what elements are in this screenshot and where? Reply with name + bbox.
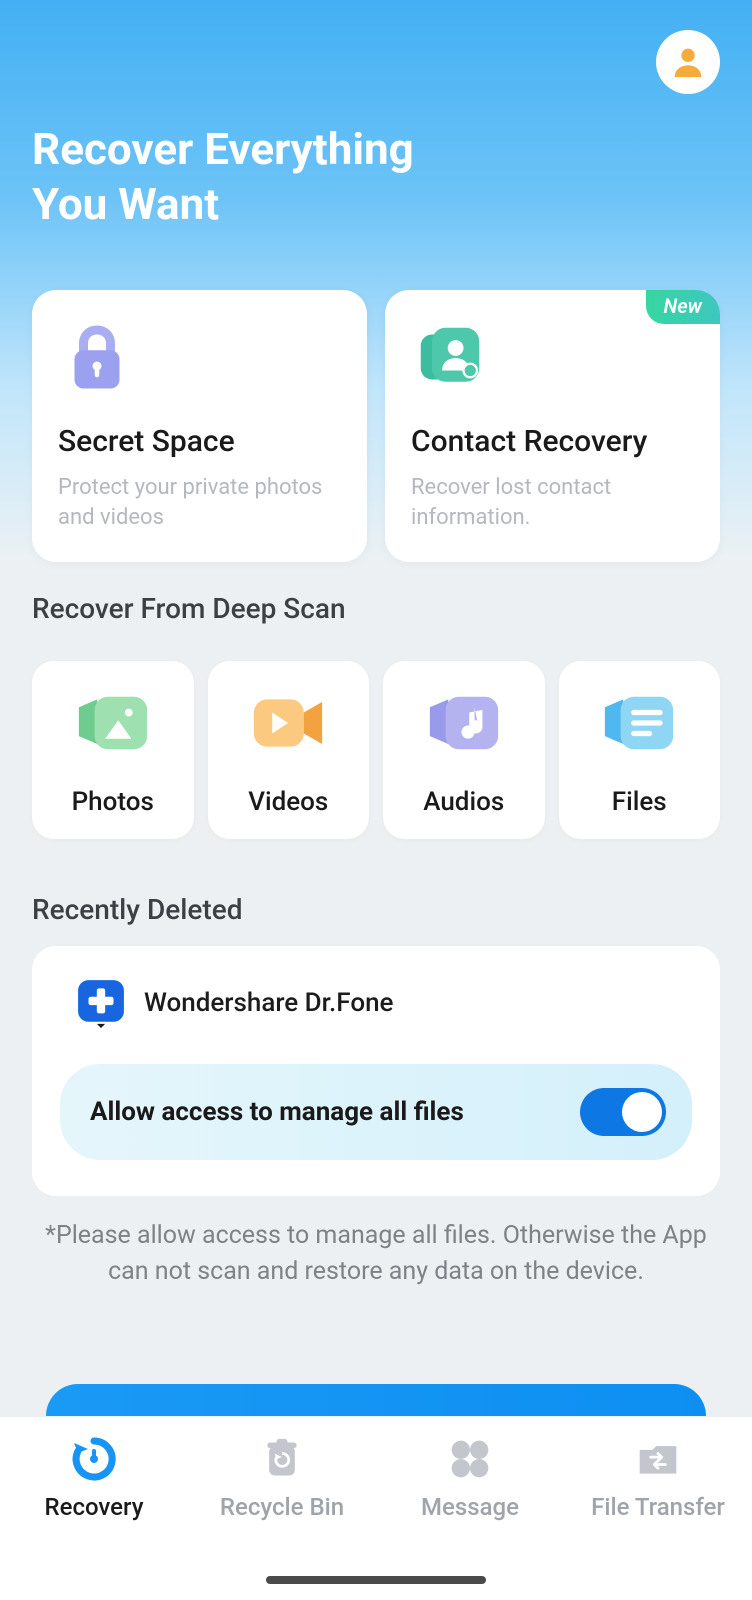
secret-space-card[interactable]: Secret Space Protect your private photos… [32,290,367,562]
home-indicator[interactable] [266,1576,486,1584]
recovery-icon [70,1435,118,1483]
contact-icon [411,318,489,396]
videos-icon [246,691,330,755]
feature-desc: Protect your private photos and videos [58,473,341,532]
photos-icon [71,691,155,755]
nav-file-transfer[interactable]: File Transfer [564,1429,752,1600]
scan-label: Audios [423,787,504,817]
nav-message[interactable]: Message [376,1429,564,1600]
scan-files[interactable]: Files [559,661,721,839]
deep-scan-heading: Recover From Deep Scan [0,592,752,625]
permission-label: Allow access to manage all files [90,1097,464,1127]
file-transfer-icon [634,1435,682,1483]
feature-title: Contact Recovery [411,424,694,459]
nav-recycle-bin[interactable]: Recycle Bin [188,1429,376,1600]
page-title: Recover EverythingYou Want [32,122,720,232]
lock-icon [58,318,136,396]
scan-label: Videos [248,787,328,817]
permission-note: *Please allow access to manage all files… [0,1196,752,1291]
nav-label: Recycle Bin [220,1493,344,1521]
files-icon [597,691,681,755]
user-icon [668,42,708,82]
new-badge: New [646,290,721,324]
recent-card: Wondershare Dr.Fone Allow access to mana… [32,946,720,1196]
app-name: Wondershare Dr.Fone [144,988,393,1018]
toggle-knob [622,1092,662,1132]
scan-photos[interactable]: Photos [32,661,194,839]
nav-recovery[interactable]: Recovery [0,1429,188,1600]
feature-desc: Recover lost contact information. [411,473,694,532]
recycle-bin-icon [258,1435,306,1483]
drfone-app-icon [76,978,126,1028]
profile-button[interactable] [656,30,720,94]
scan-label: Photos [72,787,154,817]
message-icon [446,1435,494,1483]
header: Recover EverythingYou Want Secret Space … [0,0,752,560]
recent-heading: Recently Deleted [0,893,752,926]
primary-cta-button[interactable] [46,1384,706,1416]
feature-title: Secret Space [58,424,341,459]
audios-icon [422,691,506,755]
deep-scan-grid: Photos Videos Audios [0,661,752,839]
scan-label: Files [612,787,667,817]
app-row: Wondershare Dr.Fone [60,978,692,1028]
feature-cards: Secret Space Protect your private photos… [32,290,720,562]
permission-block: Allow access to manage all files [60,1064,692,1160]
permission-toggle[interactable] [580,1088,666,1136]
nav-label: Recovery [45,1493,144,1521]
scan-videos[interactable]: Videos [208,661,370,839]
bottom-nav: Recovery Recycle Bin Message [0,1416,752,1600]
scan-audios[interactable]: Audios [383,661,545,839]
contact-recovery-card[interactable]: New Contact Recovery Recover lost contac… [385,290,720,562]
nav-label: File Transfer [591,1493,725,1521]
nav-label: Message [421,1493,519,1521]
